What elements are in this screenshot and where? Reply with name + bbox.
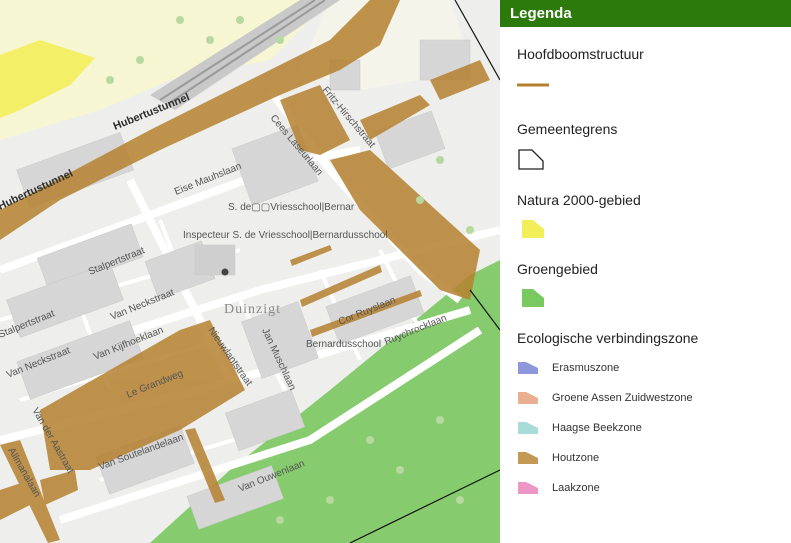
legend-layer-natura2000: Natura 2000-gebied [517, 192, 641, 208]
legend-layer-gemeentegrens: Gemeentegrens [517, 121, 618, 137]
legend-layer-hoofdboomstructuur: Hoofdboomstructuur [517, 46, 644, 62]
polygon-fill-icon [518, 362, 538, 374]
polygon-fill-icon [522, 289, 544, 307]
legend-item-houtzone: Houtzone [517, 443, 791, 473]
label-school-full: Inspecteur S. de Vriesschool|Bernardussc… [183, 230, 388, 241]
polygon-fill-icon [518, 452, 538, 464]
legend-body: Hoofdboomstructuur Gemeentegrens Natura … [500, 46, 791, 503]
legend-item-laakzone: Laakzone [517, 473, 791, 503]
label-bernardusschool: Bernardusschool [306, 339, 381, 350]
legend-layer-ecologische-verbindingszone: Ecologische verbindingszone [517, 330, 699, 346]
legend-item-groene-assen-zuidwestzone: Groene Assen Zuidwestzone [517, 383, 791, 413]
legend-item-erasmuszone: Erasmuszone [517, 353, 791, 383]
ecological-items: Erasmuszone Groene Assen Zuidwestzone Ha… [517, 353, 791, 503]
label-duinzigt: Duinzigt [224, 302, 281, 317]
map-canvas[interactable]: Hubertustunnel Hubertustunnel Fritz-Hirs… [0, 0, 500, 543]
legend-panel: Legenda Hoofdboomstructuur Gemeentegrens… [500, 0, 791, 543]
school-point-icon[interactable] [221, 268, 229, 276]
map-view[interactable]: Hubertustunnel Hubertustunnel Fritz-Hirs… [0, 0, 500, 543]
polygon-fill-icon [518, 482, 538, 494]
legend-layer-groengebied: Groengebied [517, 261, 598, 277]
line-swatch-icon [517, 83, 549, 87]
polygon-fill-icon [518, 422, 538, 434]
polygon-outline-icon [518, 149, 544, 170]
label-school-short: S. de▢▢Vriesschool|Bernar [228, 202, 355, 213]
polygon-fill-icon [522, 220, 544, 238]
legend-title: Legenda [500, 0, 791, 27]
legend-item-haagse-beekzone: Haagse Beekzone [517, 413, 791, 443]
polygon-fill-icon [518, 392, 538, 404]
